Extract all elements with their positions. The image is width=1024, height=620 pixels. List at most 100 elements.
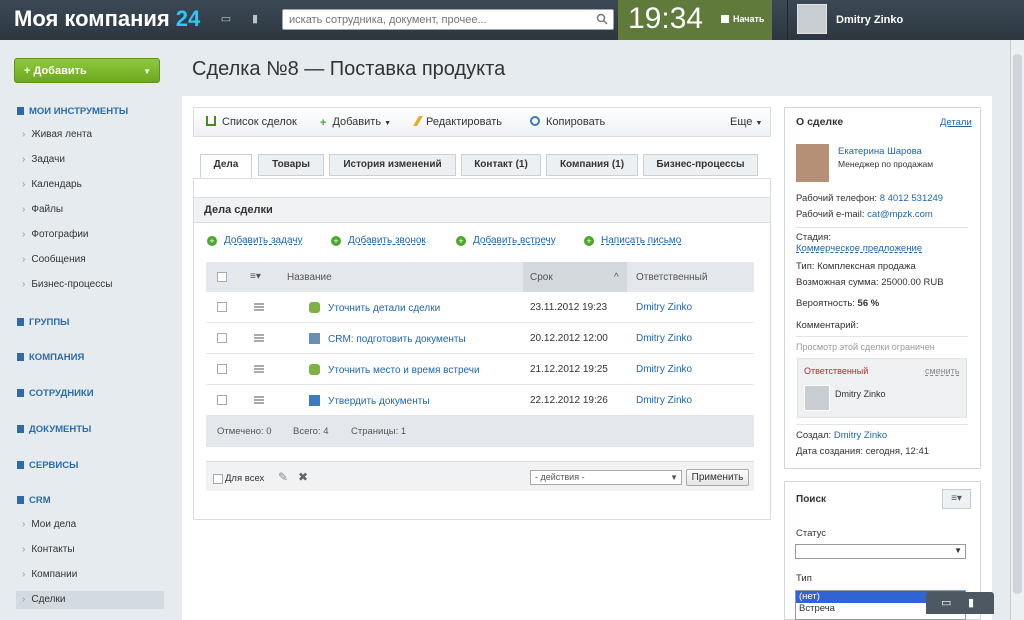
delete-icon[interactable]: ✖ [298, 470, 308, 484]
add-button[interactable]: + Добавить ▼ [14, 58, 160, 83]
phone-link[interactable]: 8 4012 531249 [880, 193, 943, 204]
activity-title[interactable]: Утвердить документы [309, 395, 430, 407]
column-date[interactable]: Срок [530, 272, 553, 283]
write-email-link[interactable]: + Написать письмо [584, 235, 681, 246]
table-row[interactable]: CRM: подготовить документы 20.12.2012 12… [206, 323, 754, 354]
pages: Страницы: 1 [351, 426, 407, 437]
page-title: Сделка №8 — Поставка продукта [192, 58, 506, 80]
email-row: Рабочий e-mail: cat@mpzk.com [796, 209, 933, 220]
sidebar-item-calendar[interactable]: Календарь [22, 179, 81, 190]
tab-activities[interactable]: Дела [200, 154, 252, 178]
row-menu-icon[interactable] [254, 396, 264, 404]
sidebar-section-services[interactable]: СЕРВИСЫ [17, 460, 78, 471]
for-all-label: Для всех [225, 473, 265, 484]
activity-title[interactable]: Уточнить детали сделки [309, 302, 440, 314]
scrollbar-thumb[interactable] [1013, 54, 1022, 594]
add-call-link[interactable]: + Добавить звонок [331, 235, 426, 246]
sidebar-section-groups[interactable]: ГРУППЫ [17, 317, 69, 328]
responsible-label: Ответственный [804, 366, 869, 376]
apply-button[interactable]: Применить [686, 469, 749, 486]
status-select[interactable]: ▼ [795, 544, 966, 559]
row-checkbox[interactable] [217, 364, 227, 374]
add-meeting-link[interactable]: + Добавить встречу [456, 235, 556, 246]
add-task-link[interactable]: + Добавить задачу [207, 235, 303, 246]
search-input[interactable] [283, 10, 583, 29]
row-menu-icon[interactable] [254, 365, 264, 373]
edit-button[interactable]: Редактировать [413, 116, 502, 128]
notification-icon[interactable]: ▮ [968, 596, 974, 609]
search-icon[interactable] [596, 13, 608, 25]
sidebar-section-documents[interactable]: ДОКУМЕНТЫ [17, 424, 91, 435]
activity-title[interactable]: CRM: подготовить документы [309, 333, 466, 345]
tab-history[interactable]: История изменений [329, 154, 456, 176]
deal-list-button[interactable]: Список сделок [206, 116, 297, 128]
person-name[interactable]: Екатерина Шарова [838, 146, 922, 157]
sidebar-item-contacts[interactable]: Контакты [22, 544, 74, 555]
search-box[interactable] [282, 9, 614, 30]
sidebar-item-deals[interactable]: Сделки [16, 591, 164, 609]
divider [796, 227, 968, 228]
activity-owner[interactable]: Dmitry Zinko [636, 302, 692, 313]
creator-link[interactable]: Dmitry Zinko [834, 430, 887, 441]
chat-bar: ▭ ▮ [926, 592, 994, 614]
activity-title[interactable]: Уточнить место и время встречи [309, 364, 480, 376]
sidebar-item-tasks[interactable]: Задачи [22, 154, 65, 165]
activity-owner[interactable]: Dmitry Zinko [636, 333, 692, 344]
search-menu-icon[interactable]: ≡▾ [942, 489, 971, 509]
row-checkbox[interactable] [217, 395, 227, 405]
sidebar-section-employees[interactable]: СОТРУДНИКИ [17, 388, 94, 399]
more-button[interactable]: Еще ▼ [730, 116, 762, 128]
change-link[interactable]: сменить [925, 366, 960, 376]
tab-company[interactable]: Компания (1) [546, 154, 638, 176]
column-name[interactable]: Название [287, 272, 332, 283]
table-row[interactable]: Уточнить детали сделки 23.11.2012 19:23 … [206, 292, 754, 323]
copy-button[interactable]: Копировать [530, 116, 605, 128]
deal-toolbar: Список сделок + Добавить ▼ Редактировать … [193, 107, 771, 137]
row-menu-icon[interactable] [254, 334, 264, 342]
email-link[interactable]: cat@mpzk.com [867, 209, 933, 220]
panel-header: Дела сделки [194, 197, 770, 223]
activity-owner[interactable]: Dmitry Zinko [636, 395, 692, 406]
sort-arrow-icon: ^ [614, 272, 619, 283]
chat-icon[interactable]: ▭ [941, 596, 951, 609]
column-menu-icon[interactable]: ≡▾ [250, 271, 261, 282]
sidebar-item-messages[interactable]: Сообщения [22, 254, 85, 265]
sidebar-item-companies[interactable]: Компании [22, 569, 77, 580]
details-link[interactable]: Детали [940, 117, 972, 128]
sidebar-section-crm[interactable]: CRM [17, 495, 51, 506]
sidebar-item-files[interactable]: Файлы [22, 204, 63, 215]
scrollbar[interactable] [1010, 40, 1024, 620]
for-all-checkbox[interactable] [213, 474, 223, 484]
stage-link[interactable]: Коммерческое предложение [796, 243, 922, 254]
sidebar-item-bizproc[interactable]: Бизнес-процессы [22, 279, 112, 290]
chevron-down-icon: ▼ [143, 67, 151, 76]
column-owner[interactable]: Ответственный [636, 272, 707, 283]
notification-icon[interactable]: ▮ [248, 13, 262, 25]
user-menu[interactable]: Dmitry Zinko [787, 0, 1024, 40]
tab-products[interactable]: Товары [258, 154, 324, 176]
pencil-icon[interactable]: ✎ [278, 470, 288, 484]
created-date: Дата создания: сегодня, 12:41 [796, 446, 930, 457]
type-label: Тип [796, 573, 812, 584]
sidebar-section-tools[interactable]: МОИ ИНСТРУМЕНТЫ [17, 106, 128, 117]
sidebar-section-company[interactable]: КОМПАНИЯ [17, 352, 84, 363]
row-checkbox[interactable] [217, 302, 227, 312]
logo[interactable]: Моя компания 24 [14, 6, 200, 32]
responsible-name[interactable]: Dmitry Zinko [835, 389, 886, 399]
row-checkbox[interactable] [217, 333, 227, 343]
chat-icon[interactable]: ▭ [219, 13, 233, 25]
actions-select[interactable]: - действия - ▼ [530, 470, 682, 485]
row-menu-icon[interactable] [254, 303, 264, 311]
activity-owner[interactable]: Dmitry Zinko [636, 364, 692, 375]
sidebar-item-photos[interactable]: Фотографии [22, 229, 88, 240]
sidebar-item-my-activities[interactable]: Мои дела [22, 519, 76, 530]
book-icon [206, 116, 216, 126]
tab-bizproc[interactable]: Бизнес-процессы [643, 154, 758, 176]
start-workday-button[interactable]: Начать [721, 14, 764, 24]
table-row[interactable]: Утвердить документы 22.12.2012 19:26 Dmi… [206, 385, 754, 416]
table-row[interactable]: Уточнить место и время встречи 21.12.201… [206, 354, 754, 385]
add-deal-button[interactable]: + Добавить ▼ [320, 116, 391, 129]
sidebar-item-feed[interactable]: Живая лента [22, 129, 92, 140]
tab-contact[interactable]: Контакт (1) [461, 154, 541, 176]
select-all-checkbox[interactable] [217, 272, 227, 282]
